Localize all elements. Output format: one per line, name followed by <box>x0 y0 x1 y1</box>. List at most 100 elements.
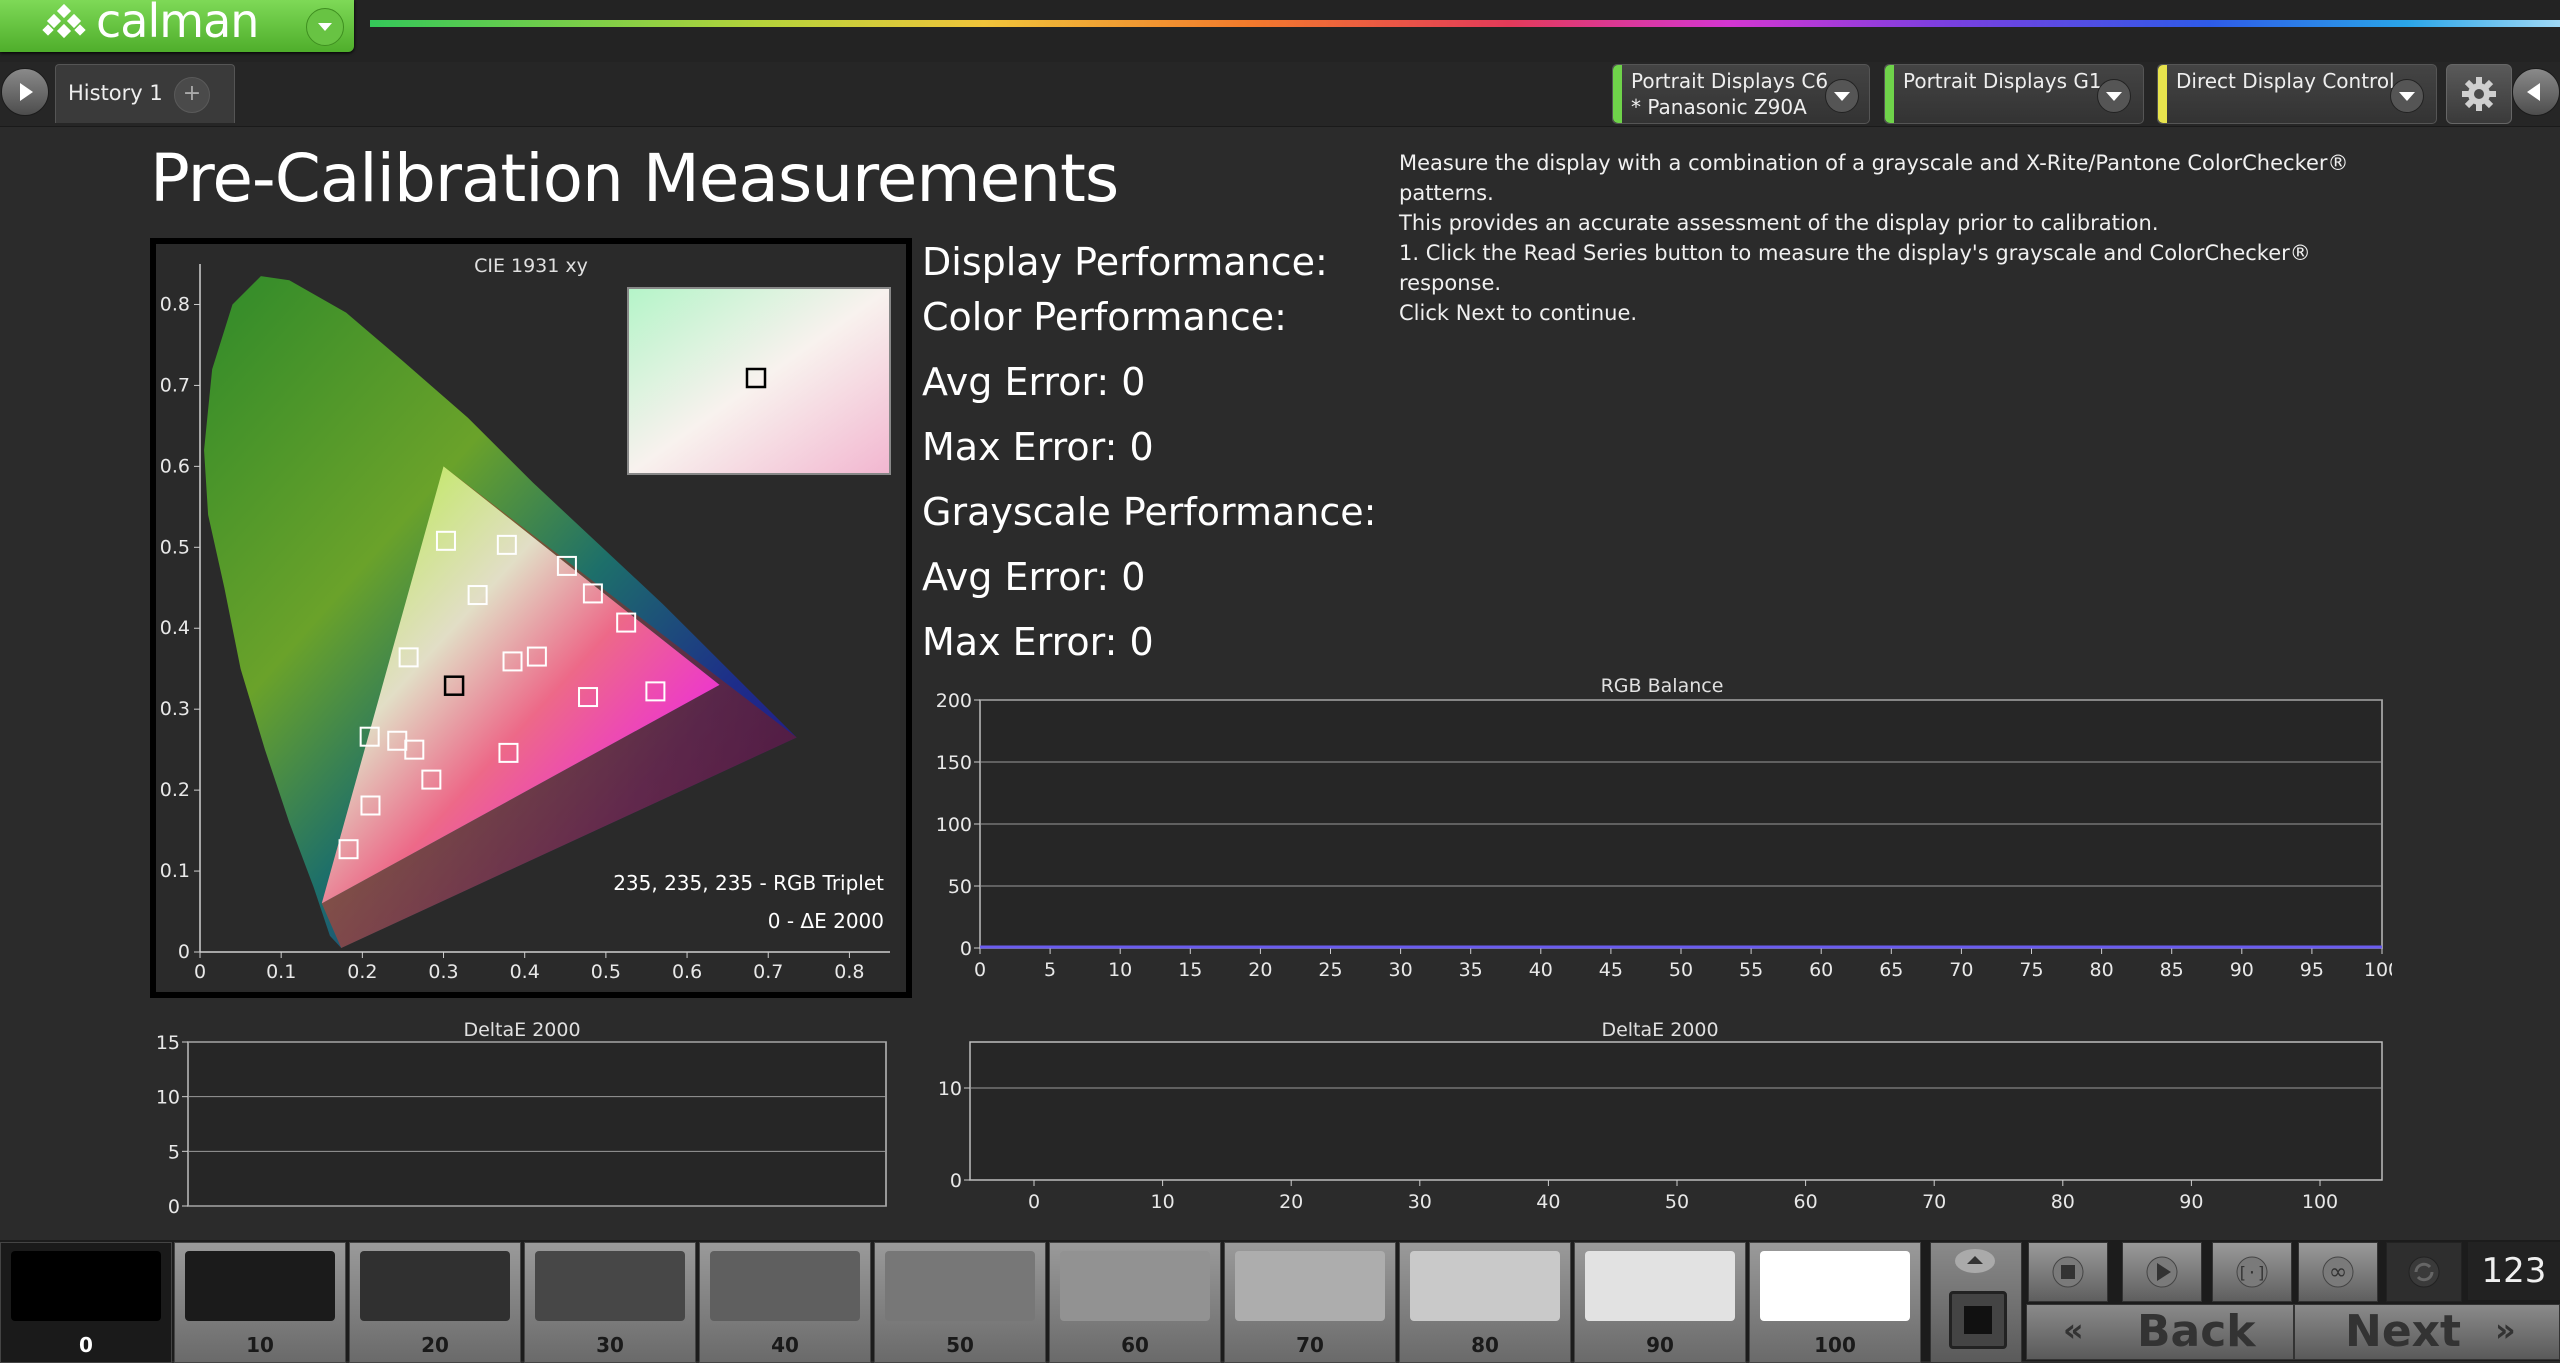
continuous-read-button[interactable]: ∞ <box>2298 1242 2378 1302</box>
x-tick-label: 0.1 <box>266 961 296 983</box>
swatch-10[interactable]: 10 <box>174 1242 346 1363</box>
expand-left-panel-button[interactable] <box>1 68 49 116</box>
swatch-80[interactable]: 80 <box>1399 1242 1571 1363</box>
swatch-label: 0 <box>79 1333 93 1357</box>
app-logo-text: calman <box>96 0 259 48</box>
swatch-20[interactable]: 20 <box>349 1242 521 1363</box>
x-tick-label: 0.4 <box>510 961 540 983</box>
chart-title: DeltaE 2000 <box>463 1019 580 1041</box>
x-tick-label: 25 <box>1318 959 1342 981</box>
rgb-balance-chart[interactable]: RGB Balance 0 50 100 150 200 0 5 10 15 20 25 30 35 40… <box>922 666 2392 996</box>
y-tick-label: 0.5 <box>160 536 190 558</box>
x-tick-label: 30 <box>1389 959 1413 981</box>
chevron-down-icon[interactable] <box>2390 79 2424 113</box>
x-tick-label: 10 <box>1108 959 1132 981</box>
svg-text:[·]: [·] <box>2238 1263 2267 1282</box>
swatch-label: 50 <box>946 1333 974 1357</box>
swatch-label: 60 <box>1121 1333 1149 1357</box>
rgb-triplet-annotation: 235, 235, 235 - RGB Triplet <box>613 871 884 895</box>
x-tick-label: 50 <box>1665 1191 1689 1213</box>
swatch-color <box>360 1251 510 1321</box>
refresh-button[interactable] <box>2386 1242 2462 1302</box>
rainbow-bar <box>370 20 2560 27</box>
plot-area: 0 50 100 150 200 0 5 10 15 20 25 30 35 40 45 50 55 60 65 70… <box>936 690 2392 981</box>
y-tick-label: 200 <box>936 690 972 712</box>
chart-title: RGB Balance <box>1601 675 1724 697</box>
double-chevron-right-icon: » <box>2495 1311 2516 1349</box>
measurement-counter: 123 <box>2468 1242 2560 1300</box>
x-tick-label: 0.8 <box>834 961 864 983</box>
y-tick-label: 10 <box>156 1087 180 1109</box>
collapse-right-panel-button[interactable] <box>2512 68 2560 116</box>
x-tick-label: 0 <box>974 959 986 981</box>
top-bar <box>0 0 2560 62</box>
svg-text:∞: ∞ <box>2329 1260 2347 1285</box>
y-tick-label: 50 <box>948 876 972 898</box>
cie-1931-chart[interactable]: 0 0.1 0.2 0.3 0.4 0.5 0.6 0.7 0.8 0 0.1 0.2 0.3 0.4 0.… <box>156 244 906 992</box>
calman-menu-button[interactable]: calman <box>0 0 354 52</box>
y-tick-label: 0.6 <box>160 455 190 477</box>
instructions-line: Click Next to continue. <box>1399 301 1638 325</box>
swatch-color <box>1235 1251 1385 1321</box>
tab-history-1[interactable]: History 1 + <box>55 64 235 123</box>
settings-button[interactable] <box>2446 64 2512 124</box>
y-tick-label: 0.2 <box>160 779 190 801</box>
swatch-60[interactable]: 60 <box>1049 1242 1221 1363</box>
device-name: Portrait Displays C6 <box>1631 69 1829 93</box>
color-max-error: Max Error: 0 <box>922 425 1154 469</box>
device-name: Direct Display Control <box>2176 69 2395 93</box>
y-tick-label: 0 <box>168 1196 180 1218</box>
color-performance-label: Color Performance: <box>922 295 1287 339</box>
deltae-chart-right[interactable]: DeltaE 2000 0100 10 20 30 40 50 60 70 80 90 100 <box>922 1010 2392 1230</box>
swatch-30[interactable]: 30 <box>524 1242 696 1363</box>
swatch-label: 40 <box>771 1333 799 1357</box>
swatch-90[interactable]: 90 <box>1574 1242 1746 1363</box>
y-tick-label: 0.4 <box>160 617 190 639</box>
swatch-0[interactable]: 0 <box>0 1242 172 1363</box>
x-tick-label: 50 <box>1669 959 1693 981</box>
back-button[interactable]: « Back <box>2026 1304 2294 1360</box>
display-control-selector[interactable]: Direct Display Control <box>2157 64 2437 124</box>
y-tick-label: 100 <box>936 814 972 836</box>
play-icon <box>2146 1256 2178 1288</box>
y-tick-label: 0.8 <box>160 293 190 315</box>
y-tick-label: 150 <box>936 752 972 774</box>
swatch-40[interactable]: 40 <box>699 1242 871 1363</box>
add-tab-icon[interactable]: + <box>174 77 210 113</box>
swatch-100[interactable]: 100 <box>1749 1242 1921 1363</box>
collapse-up-button[interactable] <box>1955 1249 1995 1273</box>
gray-avg-error: Avg Error: 0 <box>922 555 1146 599</box>
source-device-selector[interactable]: Portrait Displays C6 * Panasonic Z90A <box>1612 64 1870 124</box>
plot-frame <box>187 1041 887 1207</box>
deltae-chart-left[interactable]: DeltaE 2000 0 5 10 15 <box>150 1010 890 1230</box>
x-tick-label: 0 <box>1028 1191 1040 1213</box>
chevron-down-icon[interactable] <box>306 8 344 46</box>
x-tick-label: 0 <box>194 961 206 983</box>
read-series-button[interactable] <box>2122 1242 2202 1302</box>
x-tick-label: 0.5 <box>591 961 621 983</box>
chevron-down-icon[interactable] <box>1825 79 1859 113</box>
patch-size-button[interactable] <box>1949 1291 2007 1349</box>
gray-max-error: Max Error: 0 <box>922 620 1154 664</box>
y-tick-label: 0.1 <box>160 860 190 882</box>
stop-button[interactable] <box>2028 1242 2108 1302</box>
next-label: Next <box>2345 1306 2462 1357</box>
next-button[interactable]: Next » <box>2294 1304 2560 1360</box>
x-tick-label: 40 <box>1529 959 1553 981</box>
x-tick-label: 55 <box>1739 959 1763 981</box>
x-tick-label: 65 <box>1879 959 1903 981</box>
swatch-50[interactable]: 50 <box>874 1242 1046 1363</box>
y-tick-label: 0.3 <box>160 698 190 720</box>
swatch-color <box>1585 1251 1735 1321</box>
meter-device-selector[interactable]: Portrait Displays G1 <box>1884 64 2144 124</box>
swatch-label: 100 <box>1814 1333 1856 1357</box>
swatch-70[interactable]: 70 <box>1224 1242 1396 1363</box>
swatch-color <box>1410 1251 1560 1321</box>
x-tick-label: 75 <box>2019 959 2043 981</box>
read-single-button[interactable]: [·] <box>2212 1242 2292 1302</box>
page-title: Pre-Calibration Measurements <box>150 140 1119 217</box>
x-tick-label: 20 <box>1279 1191 1303 1213</box>
gear-icon <box>2462 77 2496 111</box>
chevron-down-icon[interactable] <box>2097 79 2131 113</box>
refresh-icon <box>2408 1256 2440 1288</box>
